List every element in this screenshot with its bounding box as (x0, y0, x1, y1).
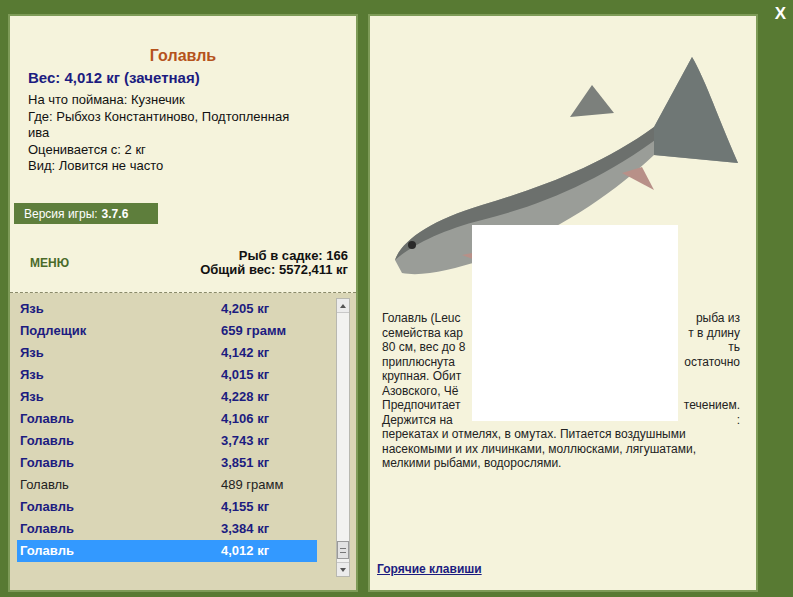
catch-row[interactable]: Голавль3,743 кг (17, 430, 317, 452)
row-fish-name: Голавль (20, 496, 221, 518)
row-fish-name: Голавль (20, 474, 221, 496)
fish-weight: Вес: 4,012 кг (зачетная) (28, 68, 356, 88)
row-fish-name: Голавль (20, 408, 221, 430)
row-fish-weight: 659 грамм (221, 320, 286, 342)
scroll-up-button[interactable] (337, 299, 349, 313)
keepnet-stats: Рыб в садке: 166Общий вес: 5572,411 кг (200, 249, 348, 277)
catch-info: ГолавльВес: 4,012 кг (зачетная) На что по… (10, 16, 356, 293)
catch-row[interactable]: Язь4,142 кг (17, 342, 317, 364)
detail-line: Вид: Ловится не часто (28, 158, 308, 175)
description-text: семейства кар (382, 326, 463, 341)
catch-row[interactable]: Язь4,228 кг (17, 386, 317, 408)
row-fish-name: Голавль (20, 540, 221, 562)
row-fish-weight: 3,743 кг (221, 430, 269, 452)
row-fish-weight: 4,142 кг (221, 342, 269, 364)
version-label: Версия игры: (24, 207, 98, 221)
description-text: мелкими рыбами, водорослями. (382, 456, 561, 471)
close-button[interactable]: X (771, 5, 790, 23)
description-text: Держится на (382, 413, 453, 428)
detail-line: Где: Рыбхоз Константиново, Подтопленная … (28, 109, 308, 142)
description-text: 80 см, вес до 8 (382, 340, 466, 355)
description-text: насекомыми и их личинками, моллюсками, л… (382, 442, 696, 457)
detail-line: На что поймана: Кузнечик (28, 92, 308, 109)
row-fish-name: Голавль (20, 518, 221, 540)
blank-overlay (472, 225, 678, 421)
description-text: ть (728, 340, 740, 355)
row-fish-weight: 4,228 кг (221, 386, 269, 408)
row-fish-name: Язь (20, 386, 221, 408)
description-text: перекатах и отмелях, в омутах. Питается … (382, 427, 686, 442)
description-text: приплюснута (382, 355, 455, 370)
row-fish-name: Голавль (20, 430, 221, 452)
catch-row[interactable]: Голавль3,851 кг (17, 452, 317, 474)
row-fish-name: Язь (20, 364, 221, 386)
description-line: насекомыми и их личинками, моллюсками, л… (382, 442, 740, 457)
row-fish-name: Язь (20, 298, 221, 320)
version-value: 3.7.6 (102, 207, 129, 221)
close-area: X (768, 14, 793, 592)
description-text: течением. (684, 398, 740, 413)
description-line: мелкими рыбами, водорослями. (382, 456, 740, 471)
row-fish-name: Язь (20, 342, 221, 364)
catch-row[interactable]: Подлещик659 грамм (17, 320, 317, 342)
catch-row[interactable]: Голавль3,384 кг (17, 518, 317, 540)
catch-row[interactable]: Язь4,015 кг (17, 364, 317, 386)
row-fish-weight: 4,205 кг (221, 298, 269, 320)
catch-row[interactable]: Голавль489 грамм (17, 474, 317, 496)
arrow-down-icon (340, 568, 346, 572)
detail-line: Оценивается с: 2 кг (28, 142, 308, 159)
description-line: перекатах и отмелях, в омутах. Питается … (382, 427, 740, 442)
scrollbar[interactable] (336, 298, 350, 577)
row-fish-weight: 4,015 кг (221, 364, 269, 386)
catch-row[interactable]: Голавль4,012 кг (17, 540, 317, 562)
row-fish-weight: 4,155 кг (221, 496, 269, 518)
catch-row[interactable]: Язь4,205 кг (17, 298, 317, 320)
row-fish-weight: 3,384 кг (221, 518, 269, 540)
row-fish-weight: 489 грамм (221, 474, 283, 496)
keepnet-total: Общий вес: 5572,411 кг (200, 263, 348, 277)
description-text: рыба из (696, 311, 740, 326)
description-text: остаточно (684, 355, 740, 370)
grip-icon (340, 548, 346, 553)
catch-rows: Язь4,205 кгПодлещик659 граммЯзь4,142 кгЯ… (17, 298, 317, 590)
row-fish-weight: 4,012 кг (221, 540, 269, 562)
catch-row[interactable]: Голавль4,155 кг (17, 496, 317, 518)
keepnet-count: Рыб в садке: 166 (200, 249, 348, 263)
menu-button[interactable]: МЕНЮ (30, 256, 69, 270)
row-fish-name: Голавль (20, 452, 221, 474)
description-text: Азовского, Чё (382, 384, 458, 399)
row-fish-name: Подлещик (20, 320, 221, 342)
row-fish-weight: 3,851 кг (221, 452, 269, 474)
version-bar: Версия игры: 3.7.6 (14, 203, 158, 224)
hotkeys-link[interactable]: Горячие клавиши (377, 562, 482, 576)
catch-details: На что поймана: КузнечикГде: Рыбхоз Конс… (28, 92, 308, 182)
description-text: т в длину (688, 326, 740, 341)
catch-row[interactable]: Голавль4,106 кг (17, 408, 317, 430)
menu-row: МЕНЮ Рыб в садке: 166Общий вес: 5572,411 … (10, 224, 356, 292)
description-text: крупная. Обит (382, 369, 461, 384)
arrow-up-icon (340, 304, 346, 308)
fish-info-window: ГолавльВес: 4,012 кг (зачетная)На что по… (0, 0, 793, 597)
description-text: Предпочитает (382, 398, 460, 413)
catch-list: Язь4,205 кгПодлещик659 граммЯзь4,142 кгЯ… (10, 293, 356, 590)
scroll-thumb[interactable] (337, 541, 349, 559)
description-text: : (737, 413, 740, 428)
description-text: Голавль (Leuc (382, 311, 461, 326)
fish-name: Голавль (10, 46, 356, 66)
fish-description-panel: Голавль (Leuc рыба из семейства кар т в дли… (368, 14, 758, 592)
scroll-down-button[interactable] (337, 562, 349, 576)
row-fish-weight: 4,106 кг (221, 408, 269, 430)
catch-panel: ГолавльВес: 4,012 кг (зачетная)На что по… (8, 14, 358, 592)
